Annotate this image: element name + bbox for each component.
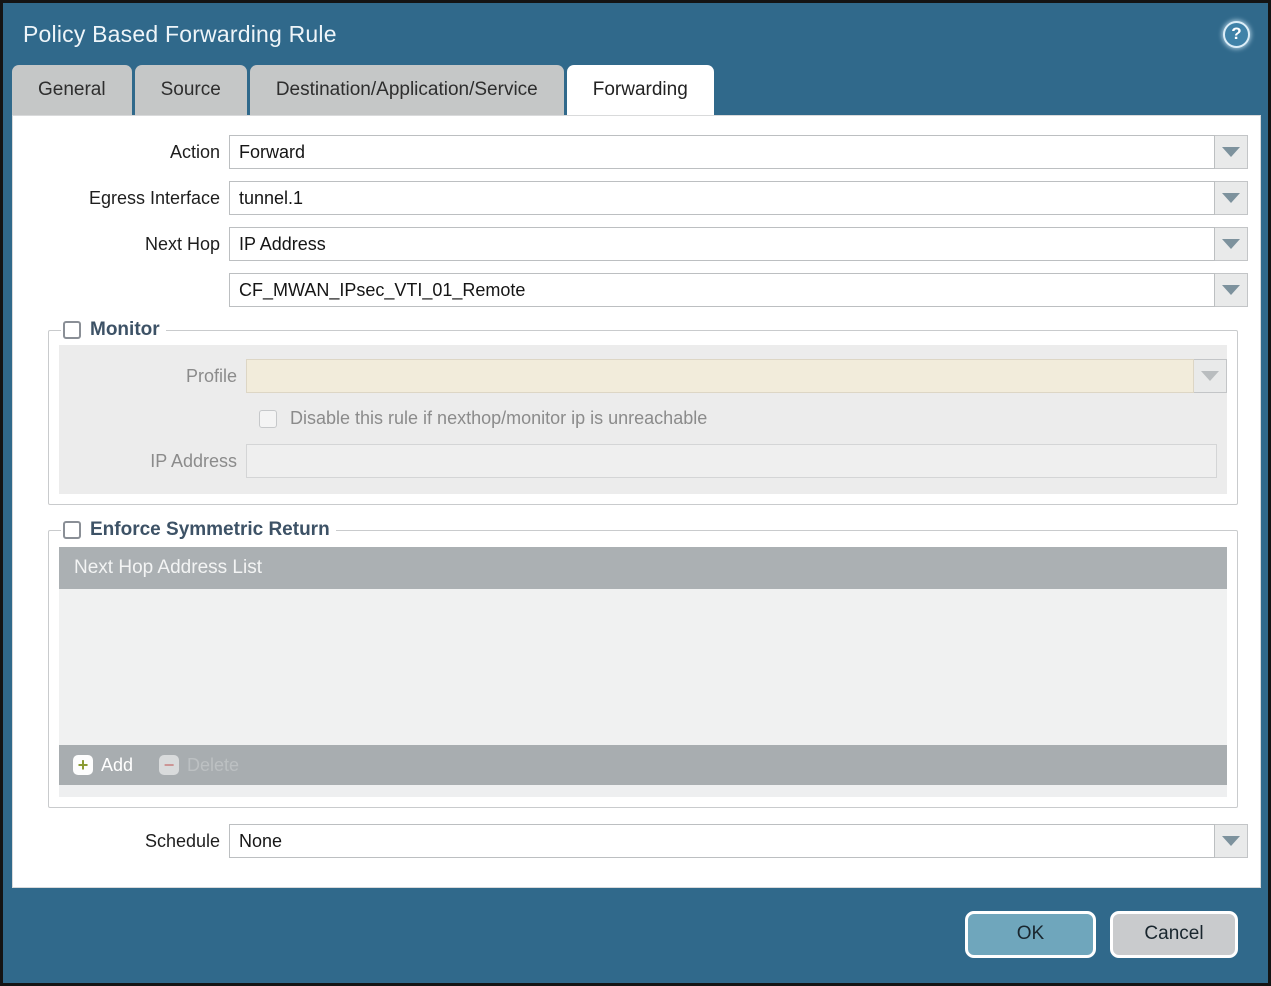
minus-icon: − xyxy=(159,755,180,775)
next-hop-row: Next Hop IP Address xyxy=(32,227,1248,261)
egress-interface-select[interactable]: tunnel.1 xyxy=(229,181,1215,215)
monitor-legend-label: Monitor xyxy=(90,319,160,340)
monitor-ip-address-label: IP Address xyxy=(150,450,237,471)
next-hop-address-table: Next Hop Address List + Add − Delete xyxy=(59,547,1227,797)
monitor-panel: Profile Disable this rule if nexthop/mon… xyxy=(59,345,1227,494)
next-hop-address-select[interactable]: CF_MWAN_IPsec_VTI_01_Remote xyxy=(229,273,1215,307)
next-hop-address-dropdown-button[interactable] xyxy=(1215,273,1248,307)
ok-button[interactable]: OK xyxy=(965,910,1096,958)
profile-dropdown-button xyxy=(1194,359,1227,393)
disable-rule-label: Disable this rule if nexthop/monitor ip … xyxy=(290,408,708,428)
egress-interface-row: Egress Interface tunnel.1 xyxy=(32,181,1248,215)
add-button[interactable]: + Add xyxy=(73,755,133,776)
pbf-rule-dialog: Policy Based Forwarding Rule ? General S… xyxy=(0,0,1271,986)
next-hop-address-list-header: Next Hop Address List xyxy=(59,547,1227,589)
dialog-footer: OK Cancel xyxy=(3,885,1268,983)
help-icon[interactable]: ? xyxy=(1223,20,1250,48)
disable-rule-checkbox xyxy=(259,409,277,428)
enforce-symmetric-return-legend: Enforce Symmetric Return xyxy=(61,519,336,541)
plus-icon: + xyxy=(73,755,93,775)
cancel-button[interactable]: Cancel xyxy=(1110,910,1238,958)
action-label: Action xyxy=(169,141,220,162)
monitor-legend: Monitor xyxy=(61,319,166,341)
next-hop-dropdown-button[interactable] xyxy=(1215,227,1248,261)
chevron-down-icon xyxy=(1222,239,1240,249)
tab-destination-application-service[interactable]: Destination/Application/Service xyxy=(249,65,564,115)
next-hop-address-row: CF_MWAN_IPsec_VTI_01_Remote xyxy=(32,273,1248,307)
action-select[interactable]: Forward xyxy=(229,135,1215,169)
profile-row: Profile xyxy=(59,352,1227,400)
tab-source[interactable]: Source xyxy=(134,65,247,115)
chevron-down-icon xyxy=(1222,836,1240,846)
enforce-symmetric-return-fieldset: Enforce Symmetric Return Next Hop Addres… xyxy=(48,519,1238,808)
next-hop-select[interactable]: IP Address xyxy=(229,227,1215,261)
schedule-row: Schedule None xyxy=(32,824,1248,858)
enforce-symmetric-return-checkbox[interactable] xyxy=(63,521,81,539)
egress-interface-label: Egress Interface xyxy=(88,187,220,208)
next-hop-label: Next Hop xyxy=(144,233,220,254)
chevron-down-icon xyxy=(1222,147,1240,157)
action-dropdown-button[interactable] xyxy=(1215,135,1248,169)
monitor-ip-address-row: IP Address xyxy=(59,437,1227,485)
schedule-select[interactable]: None xyxy=(229,824,1215,858)
egress-interface-dropdown-button[interactable] xyxy=(1215,181,1248,215)
delete-button: − Delete xyxy=(159,755,239,776)
dialog-title: Policy Based Forwarding Rule xyxy=(23,20,337,47)
chevron-down-icon xyxy=(1222,285,1240,295)
delete-button-label: Delete xyxy=(187,754,240,775)
forwarding-tab-content: Action Forward Egress Interface tunnel.1… xyxy=(12,115,1261,888)
chevron-down-icon xyxy=(1222,193,1240,203)
tab-forwarding[interactable]: Forwarding xyxy=(566,65,714,115)
next-hop-address-list-footer: + Add − Delete xyxy=(59,745,1227,785)
table-bottom-strip xyxy=(59,785,1227,797)
profile-select xyxy=(246,359,1194,393)
disable-rule-row: Disable this rule if nexthop/monitor ip … xyxy=(59,400,1227,437)
chevron-down-icon xyxy=(1201,371,1219,381)
tab-bar: General Source Destination/Application/S… xyxy=(3,65,1268,115)
monitor-fieldset: Monitor Profile Disable this rule if nex… xyxy=(48,319,1238,505)
monitor-ip-address-input xyxy=(246,444,1217,478)
monitor-checkbox[interactable] xyxy=(63,321,81,339)
schedule-dropdown-button[interactable] xyxy=(1215,824,1248,858)
tab-general[interactable]: General xyxy=(12,65,132,115)
next-hop-address-list-body[interactable] xyxy=(59,589,1227,745)
enforce-symmetric-return-legend-label: Enforce Symmetric Return xyxy=(90,519,330,540)
title-bar: Policy Based Forwarding Rule ? xyxy=(3,3,1268,65)
add-button-label: Add xyxy=(101,754,134,775)
schedule-label: Schedule xyxy=(144,830,220,851)
action-row: Action Forward xyxy=(32,135,1248,169)
profile-label: Profile xyxy=(185,365,237,386)
